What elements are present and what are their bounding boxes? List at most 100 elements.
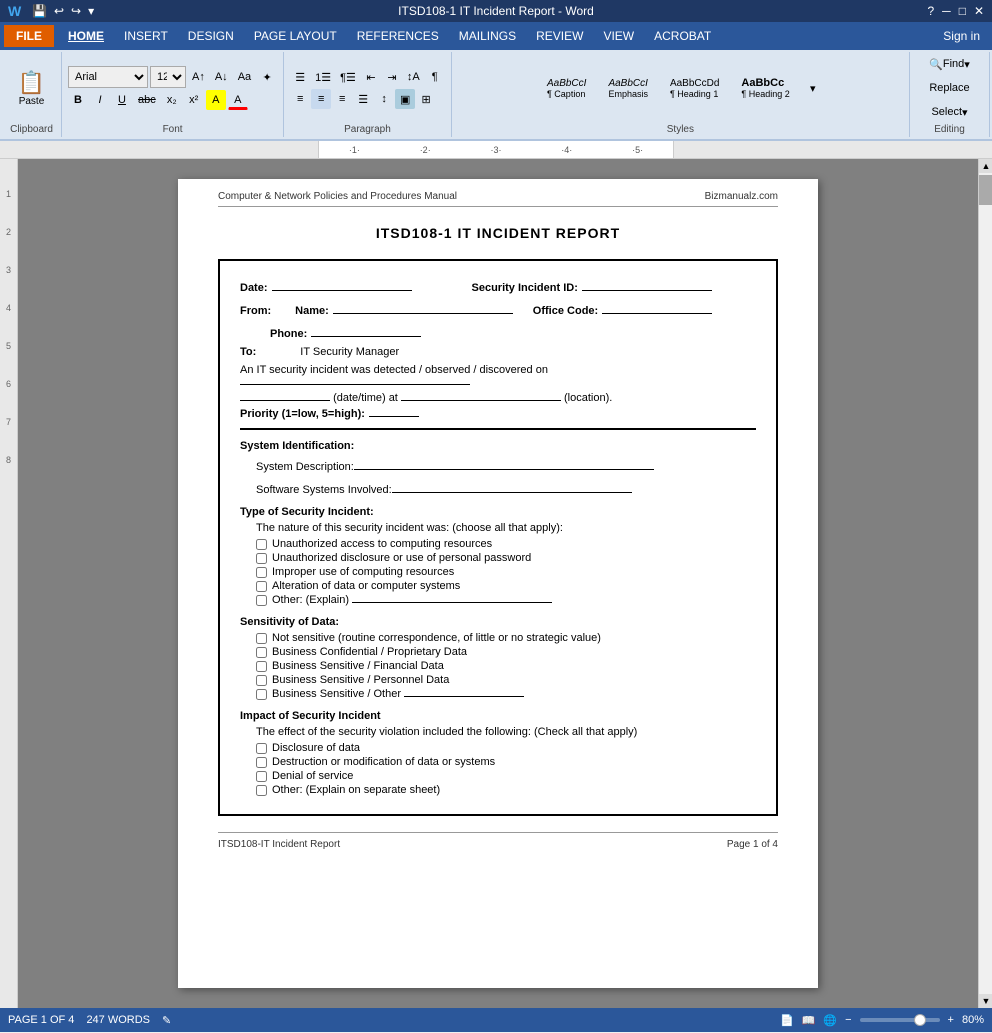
scroll-thumb[interactable] <box>979 175 992 205</box>
edit-icon[interactable]: ✎ <box>162 1014 171 1027</box>
font-size-select[interactable]: 12 <box>150 66 186 88</box>
minimize-btn[interactable]: ─ <box>942 4 951 18</box>
to-value: IT Security Manager <box>300 346 399 358</box>
title-bar: W 💾 ↩ ↪ ▾ ITSD108-1 IT Incident Report -… <box>0 0 992 22</box>
cb-business-financial-input[interactable] <box>256 661 267 672</box>
select-btn[interactable]: Select ▾ <box>925 102 974 122</box>
scrollbar[interactable]: ▲ ▼ <box>978 159 992 1008</box>
zoom-slider-track[interactable] <box>860 1018 940 1022</box>
cb-other-impact-input[interactable] <box>256 785 267 796</box>
style-caption[interactable]: AaBbCcI ¶ Caption <box>538 75 595 102</box>
insert-tab[interactable]: INSERT <box>114 25 178 47</box>
cb-unauthorized-disclosure-input[interactable] <box>256 553 267 564</box>
help-btn[interactable]: ? <box>927 4 934 18</box>
cb-unauthorized-access-input[interactable] <box>256 539 267 550</box>
decrease-indent-btn[interactable]: ⇤ <box>361 67 381 87</box>
redo-quick-btn[interactable]: ↪ <box>69 3 83 19</box>
justify-btn[interactable]: ☰ <box>353 89 373 109</box>
pagelayout-tab[interactable]: PAGE LAYOUT <box>244 25 347 47</box>
zoom-in-btn[interactable]: + <box>948 1014 954 1026</box>
view-read-btn[interactable]: 📖 <box>802 1014 816 1027</box>
file-tab[interactable]: FILE <box>4 25 54 47</box>
document-area[interactable]: Computer & Network Policies and Procedur… <box>18 159 978 1008</box>
cb-business-other-input[interactable] <box>256 689 267 700</box>
ribbon: 📋 Paste Clipboard Arial 12 A↑ A↓ Aa ✦ B <box>0 50 992 141</box>
cb-disclosure-input[interactable] <box>256 743 267 754</box>
font-family-select[interactable]: Arial <box>68 66 148 88</box>
align-right-btn[interactable]: ≡ <box>332 89 352 109</box>
window-title: ITSD108-1 IT Incident Report - Word <box>398 4 594 18</box>
acrobat-tab[interactable]: ACROBAT <box>644 25 721 47</box>
style-heading1[interactable]: AaBbCcDd ¶ Heading 1 <box>661 75 728 102</box>
grow-font-btn[interactable]: A↑ <box>188 67 209 87</box>
datetime-row: (date/time) at (location). <box>240 392 756 404</box>
cb-not-sensitive-input[interactable] <box>256 633 267 644</box>
menu-bar: FILE HOME INSERT DESIGN PAGE LAYOUT REFE… <box>0 22 992 50</box>
shrink-font-btn[interactable]: A↓ <box>211 67 232 87</box>
mailings-tab[interactable]: MAILINGS <box>449 25 526 47</box>
close-btn[interactable]: ✕ <box>974 4 984 18</box>
scroll-down-btn[interactable]: ▼ <box>979 994 992 1008</box>
design-tab[interactable]: DESIGN <box>178 25 244 47</box>
save-quick-btn[interactable]: 💾 <box>30 3 49 19</box>
style-emphasis[interactable]: AaBbCcI Emphasis <box>599 75 657 102</box>
cb-destruction-input[interactable] <box>256 757 267 768</box>
system-desc-row: System Description: <box>256 456 756 473</box>
style-heading2[interactable]: AaBbCc ¶ Heading 2 <box>732 74 798 102</box>
cb-business-personnel-input[interactable] <box>256 675 267 686</box>
strikethrough-btn[interactable]: abc <box>134 90 160 110</box>
paste-button[interactable]: 📋 Paste <box>10 62 54 114</box>
cb-unauthorized-disclosure: Unauthorized disclosure or use of person… <box>256 552 756 564</box>
home-tab[interactable]: HOME <box>58 25 114 47</box>
sensitivity-section-title: Sensitivity of Data: <box>240 616 756 628</box>
multilevel-btn[interactable]: ¶☰ <box>336 67 360 87</box>
view-print-btn[interactable]: 📄 <box>780 1014 794 1027</box>
cb-alteration: Alteration of data or computer systems <box>256 580 756 592</box>
font-group: Arial 12 A↑ A↓ Aa ✦ B I U abc x₂ x² A A <box>62 52 284 137</box>
cb-alteration-input[interactable] <box>256 581 267 592</box>
align-left-btn[interactable]: ≡ <box>290 89 310 109</box>
replace-btn[interactable]: Replace <box>925 78 974 98</box>
impact-checkboxes: Disclosure of data Destruction or modifi… <box>256 742 756 796</box>
font-color-btn[interactable]: A <box>228 90 248 110</box>
bold-btn[interactable]: B <box>68 90 88 110</box>
italic-btn[interactable]: I <box>90 90 110 110</box>
cb-improper-use-input[interactable] <box>256 567 267 578</box>
underline-btn[interactable]: U <box>112 90 132 110</box>
clipboard-label: Clipboard <box>10 122 53 135</box>
increase-indent-btn[interactable]: ⇥ <box>382 67 402 87</box>
cb-denial-input[interactable] <box>256 771 267 782</box>
system-desc-line <box>354 456 654 470</box>
restore-btn[interactable]: □ <box>959 4 966 18</box>
signin[interactable]: Sign in <box>943 29 988 43</box>
view-tab[interactable]: VIEW <box>593 25 644 47</box>
find-btn[interactable]: 🔍 Find ▾ <box>925 54 974 74</box>
styles-expand-btn[interactable]: ▾ <box>803 78 823 98</box>
review-tab[interactable]: REVIEW <box>526 25 593 47</box>
cb-other-type-input[interactable] <box>256 595 267 606</box>
shading-btn[interactable]: ▣ <box>395 89 415 109</box>
cb-business-confidential-input[interactable] <box>256 647 267 658</box>
borders-btn[interactable]: ⊞ <box>416 89 436 109</box>
numbering-btn[interactable]: 1☰ <box>311 67 335 87</box>
superscript-btn[interactable]: x² <box>184 90 204 110</box>
scroll-up-btn[interactable]: ▲ <box>979 159 992 173</box>
change-case-btn[interactable]: Aa <box>234 67 255 87</box>
clear-format-btn[interactable]: ✦ <box>257 67 277 87</box>
text-highlight-btn[interactable]: A <box>206 90 226 110</box>
office-code-label: Office Code: <box>533 305 598 317</box>
align-center-btn[interactable]: ≡ <box>311 89 331 109</box>
view-web-btn[interactable]: 🌐 <box>823 1014 837 1027</box>
cb-not-sensitive: Not sensitive (routine correspondence, o… <box>256 632 756 644</box>
subscript-btn[interactable]: x₂ <box>162 90 182 110</box>
bullets-btn[interactable]: ☰ <box>290 67 310 87</box>
sort-btn[interactable]: ↕A <box>403 67 424 87</box>
show-marks-btn[interactable]: ¶ <box>425 67 445 87</box>
more-quick-btn[interactable]: ▾ <box>86 3 96 19</box>
footer-right: Page 1 of 4 <box>727 839 778 850</box>
undo-quick-btn[interactable]: ↩ <box>52 3 66 19</box>
word-count: 247 WORDS <box>86 1014 150 1026</box>
zoom-out-btn[interactable]: − <box>845 1014 851 1026</box>
line-spacing-btn[interactable]: ↕ <box>374 89 394 109</box>
references-tab[interactable]: REFERENCES <box>347 25 449 47</box>
